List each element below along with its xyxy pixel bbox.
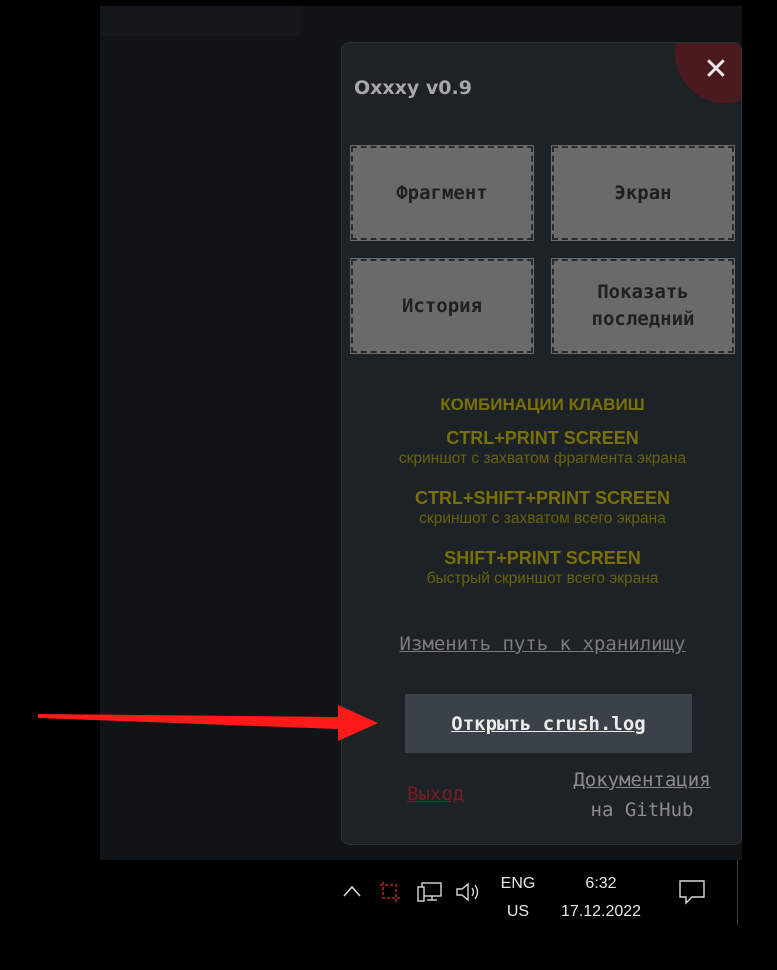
docs-link-line1: Документация <box>573 769 711 791</box>
app-title: Oxxxy v0.9 <box>354 77 472 99</box>
close-icon: ✕ <box>703 51 729 87</box>
hotkey-keys: CTRL+PRINT SCREEN <box>446 428 639 448</box>
hotkey-description: скриншот с захватом всего экрана <box>419 510 666 527</box>
network-icon[interactable] <box>417 881 443 903</box>
screen-button[interactable]: Экран <box>551 145 735 241</box>
taskbar: ENG US 6:32 17.12.2022 <box>100 860 742 926</box>
open-crush-log-button[interactable]: Открыть crush.log <box>405 694 692 753</box>
exit-link[interactable]: Выход <box>407 783 464 805</box>
clock-time: 6:32 <box>585 875 617 892</box>
app-panel: ✕ Oxxxy v0.9 Фрагмент Экран История Пока… <box>341 42 742 845</box>
show-last-button[interactable]: Показать последний <box>551 258 735 354</box>
hotkeys-section: КОМБИНАЦИИ КЛАВИШ CTRL+PRINT SCREEN скри… <box>342 395 741 607</box>
language-region: US <box>506 903 530 920</box>
crop-screenshot-icon[interactable] <box>379 881 401 903</box>
history-button[interactable]: История <box>350 258 534 354</box>
hotkey-description: быстрый скриншот всего экрана <box>426 570 659 587</box>
red-arrow-annotation <box>38 705 378 741</box>
language-indicator[interactable]: ENG US <box>498 870 538 926</box>
docs-link[interactable]: Документация на GitHub <box>547 765 737 825</box>
desktop-strip <box>100 6 300 36</box>
language-code: ENG <box>500 875 536 892</box>
hotkey-keys: CTRL+SHIFT+PRINT SCREEN <box>414 488 671 508</box>
docs-link-line2: на GitHub <box>590 799 694 821</box>
fragment-button[interactable]: Фрагмент <box>350 145 534 241</box>
show-desktop-divider[interactable] <box>737 860 738 926</box>
volume-icon[interactable] <box>455 881 483 903</box>
chevron-up-icon[interactable] <box>342 884 362 898</box>
hotkeys-heading: КОМБИНАЦИИ КЛАВИШ <box>440 395 645 414</box>
change-storage-link[interactable]: Изменить путь к хранилищу <box>342 633 741 655</box>
clock[interactable]: 6:32 17.12.2022 <box>555 870 647 926</box>
clock-date: 17.12.2022 <box>560 903 642 920</box>
close-button[interactable]: ✕ <box>698 51 734 87</box>
hotkey-description: скриншот с захватом фрагмента экрана <box>398 450 687 467</box>
hotkey-keys: SHIFT+PRINT SCREEN <box>444 548 641 568</box>
notification-icon[interactable] <box>678 879 706 905</box>
